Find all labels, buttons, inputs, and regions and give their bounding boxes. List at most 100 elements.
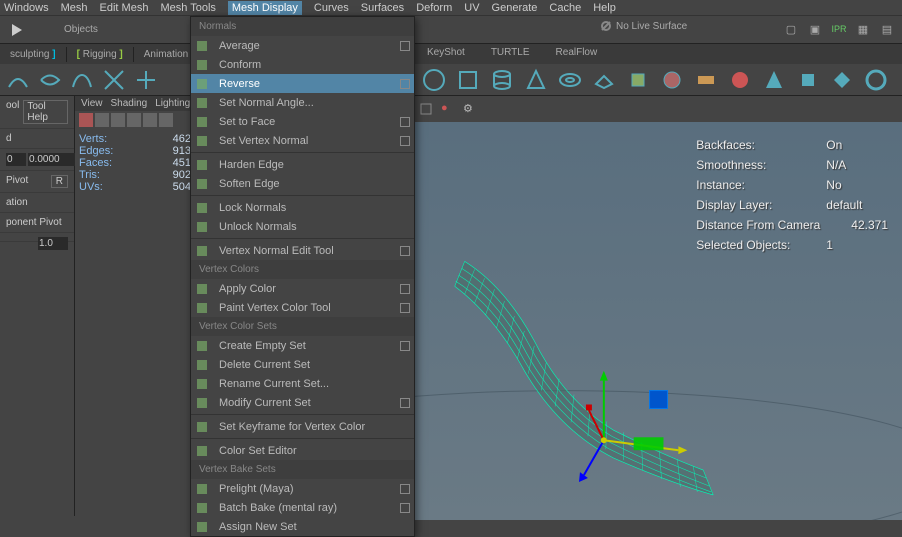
cube-icon[interactable] — [454, 66, 482, 94]
tex-icon[interactable] — [159, 113, 173, 127]
curve-tool-icon-5[interactable] — [132, 66, 160, 94]
curve-tool-icon-4[interactable] — [100, 66, 128, 94]
cam-icon[interactable] — [79, 113, 93, 127]
menu-item-icon — [193, 94, 211, 112]
faces-label: Faces: — [79, 157, 112, 169]
curve-tool-icon[interactable] — [4, 66, 32, 94]
menu-item-apply-color[interactable]: Apply Color — [191, 279, 414, 298]
prim-icon-6[interactable] — [794, 66, 822, 94]
menu-item-icon — [193, 280, 211, 298]
menu-item-unlock-normals[interactable]: Unlock Normals — [191, 217, 414, 236]
menu-mesh-display[interactable]: Mesh Display — [228, 1, 302, 15]
shelf-tab-sculpting[interactable]: sculpting ] — [0, 47, 67, 62]
prim-icon-2[interactable] — [658, 66, 686, 94]
menu-item-conform[interactable]: Conform — [191, 55, 414, 74]
menu-curves[interactable]: Curves — [314, 2, 349, 14]
menu-item-color-set-editor[interactable]: Color Set Editor — [191, 441, 414, 460]
menu-item-set-to-face[interactable]: Set to Face — [191, 112, 414, 131]
menu-item-lock-normals[interactable]: Lock Normals — [191, 198, 414, 217]
prim-icon-7[interactable] — [828, 66, 856, 94]
menu-item-set-normal-angle-[interactable]: Set Normal Angle... — [191, 93, 414, 112]
shading-menu[interactable]: Shading — [111, 98, 148, 109]
settings-icon[interactable]: ▤ — [876, 18, 898, 40]
curve-tool-icon-2[interactable] — [36, 66, 64, 94]
val-input-one[interactable] — [38, 237, 68, 250]
option-box[interactable] — [400, 284, 410, 294]
render-icon-2[interactable]: ▣ — [804, 18, 826, 40]
prim-icon-5[interactable] — [760, 66, 788, 94]
menu-mesh[interactable]: Mesh — [61, 2, 88, 14]
verts-val: 462 — [173, 133, 191, 145]
menu-item-reverse[interactable]: Reverse — [191, 74, 414, 93]
menu-item-modify-current-set[interactable]: Modify Current Set — [191, 393, 414, 412]
option-box[interactable] — [400, 79, 410, 89]
prim-icon-3[interactable] — [692, 66, 720, 94]
prim-icon-4[interactable] — [726, 66, 754, 94]
menu-item-paint-vertex-color-tool[interactable]: Paint Vertex Color Tool — [191, 298, 414, 317]
option-box[interactable] — [400, 398, 410, 408]
gear-icon[interactable]: ⚙ — [463, 102, 481, 120]
plugin-tab-keyshot[interactable]: KeyShot — [415, 44, 477, 61]
ipr-icon[interactable]: IPR — [828, 18, 850, 40]
plane-icon[interactable] — [590, 66, 618, 94]
option-box[interactable] — [400, 246, 410, 256]
option-box[interactable] — [400, 503, 410, 513]
option-box[interactable] — [400, 117, 410, 127]
wire-icon[interactable] — [127, 113, 141, 127]
curve-tool-icon-3[interactable] — [68, 66, 96, 94]
menu-edit-mesh[interactable]: Edit Mesh — [100, 2, 149, 14]
plugin-tab-turtle[interactable]: TURTLE — [479, 44, 542, 61]
val-input-num[interactable] — [28, 153, 78, 166]
menu-item-set-vertex-normal[interactable]: Set Vertex Normal — [191, 131, 414, 150]
option-box[interactable] — [400, 341, 410, 351]
menu-item-rename-current-set-[interactable]: Rename Current Set... — [191, 374, 414, 393]
option-box[interactable] — [400, 484, 410, 494]
menu-item-delete-current-set[interactable]: Delete Current Set — [191, 355, 414, 374]
menu-cache[interactable]: Cache — [549, 2, 581, 14]
menu-item-average[interactable]: Average — [191, 36, 414, 55]
film-icon[interactable]: ▦ — [852, 18, 874, 40]
backfaces-label: Backfaces: — [696, 135, 826, 155]
menu-item-icon — [193, 394, 211, 412]
menu-uv[interactable]: UV — [464, 2, 479, 14]
menu-generate[interactable]: Generate — [492, 2, 538, 14]
menu-item-harden-edge[interactable]: Harden Edge — [191, 155, 414, 174]
menu-section: Vertex Bake Sets — [191, 460, 414, 479]
val-input-0[interactable] — [6, 153, 26, 166]
cylinder-icon[interactable] — [488, 66, 516, 94]
shelf-tab-rigging[interactable]: [ Rigging ] — [67, 47, 134, 62]
menu-item-soften-edge[interactable]: Soften Edge — [191, 174, 414, 193]
option-box[interactable] — [400, 136, 410, 146]
shade-icon[interactable] — [143, 113, 157, 127]
arrow-icon[interactable] — [4, 18, 32, 42]
dot-icon[interactable]: ● — [441, 102, 459, 120]
menu-item-icon — [193, 242, 211, 260]
menu-item-batch-bake-mental-ray-[interactable]: Batch Bake (mental ray) — [191, 498, 414, 517]
menu-item-create-empty-set[interactable]: Create Empty Set — [191, 336, 414, 355]
lighting-menu[interactable]: Lighting — [155, 98, 190, 109]
prim-icon-8[interactable] — [862, 66, 890, 94]
option-box[interactable] — [400, 41, 410, 51]
menu-item-set-keyframe-for-vertex-color[interactable]: Set Keyframe for Vertex Color — [191, 417, 414, 436]
pivot-label: Pivot — [6, 175, 28, 188]
menu-deform[interactable]: Deform — [416, 2, 452, 14]
menu-mesh-tools[interactable]: Mesh Tools — [160, 2, 215, 14]
option-box[interactable] — [400, 303, 410, 313]
menu-help[interactable]: Help — [593, 2, 616, 14]
plugin-tab-realflow[interactable]: RealFlow — [544, 44, 610, 61]
tris-val: 902 — [173, 169, 191, 181]
cone-icon[interactable] — [522, 66, 550, 94]
grid-icon[interactable] — [111, 113, 125, 127]
select-icon[interactable] — [419, 102, 437, 120]
view-menu[interactable]: View — [81, 98, 103, 109]
prim-icon-1[interactable] — [624, 66, 652, 94]
bookmark-icon[interactable] — [95, 113, 109, 127]
menu-item-vertex-normal-edit-tool[interactable]: Vertex Normal Edit Tool — [191, 241, 414, 260]
render-icon[interactable]: ▢ — [780, 18, 802, 40]
live-surface-indicator[interactable]: No Live Surface — [600, 20, 687, 32]
menu-windows[interactable]: Windows — [4, 2, 49, 14]
torus-icon[interactable] — [556, 66, 584, 94]
menu-surfaces[interactable]: Surfaces — [361, 2, 404, 14]
menu-item-prelight-maya-[interactable]: Prelight (Maya) — [191, 479, 414, 498]
sphere-icon[interactable] — [420, 66, 448, 94]
